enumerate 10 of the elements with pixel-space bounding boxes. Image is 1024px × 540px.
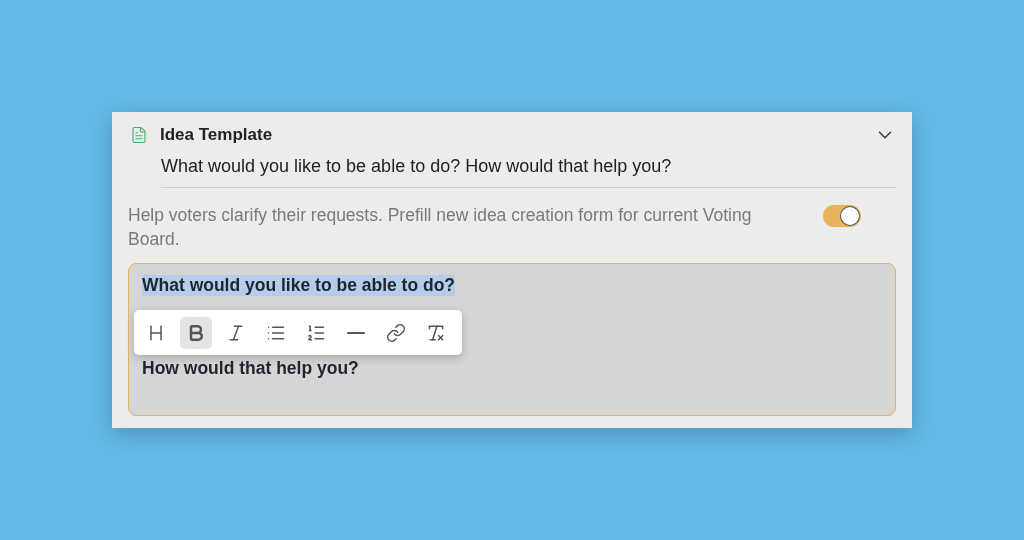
setting-description: Help voters clarify their requests. Prefill new idea creation form for current Voting Board. [128,204,753,251]
template-editor[interactable]: What would you like to be able to do? How would that help you? [128,263,896,416]
document-icon [130,126,148,144]
editor-line: How would that help you? [142,358,359,379]
link-icon [386,322,406,343]
template-title: Idea Template [160,125,274,145]
toggle-switch[interactable] [823,205,861,227]
template-preview: What would you like to be able to do? How would that help you? [161,156,896,188]
horizontal-rule-icon [347,331,365,334]
bold-button[interactable] [180,316,212,349]
